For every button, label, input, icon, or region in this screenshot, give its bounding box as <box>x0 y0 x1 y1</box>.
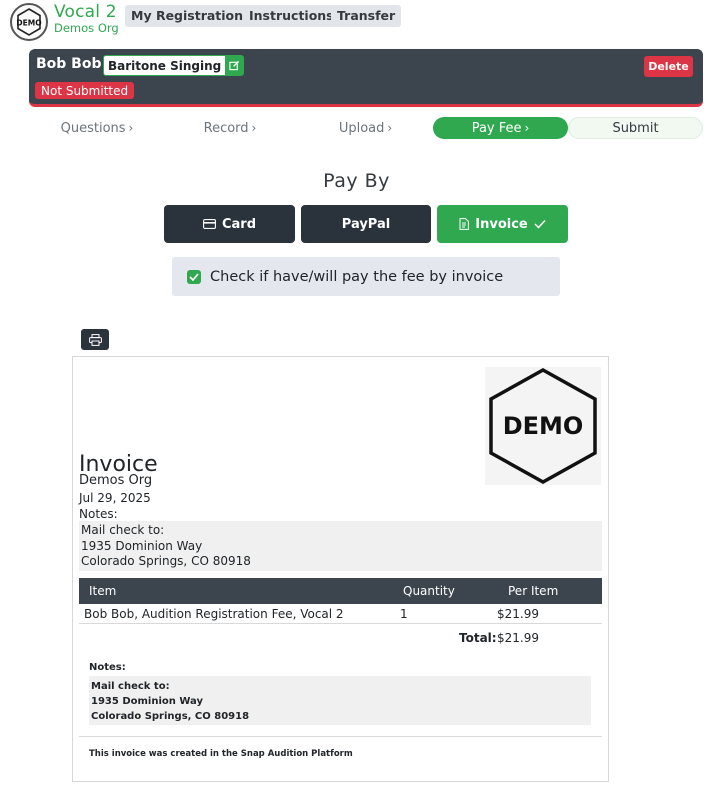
category-label: Baritone Singing <box>108 58 222 73</box>
step-questions[interactable]: Questions › <box>52 117 142 139</box>
printer-icon <box>88 333 102 346</box>
invoice-footer: This invoice was created in the Snap Aud… <box>89 749 353 759</box>
top-navbar: DEMO Vocal 2 Demos Org My Registrations … <box>0 0 713 46</box>
pay-option-label: PayPal <box>341 216 391 232</box>
step-label: Upload <box>338 120 385 136</box>
invoice-checkbox-label[interactable]: Check if have/will pay the fee by invoic… <box>210 269 503 285</box>
chevron-right-icon: › <box>251 121 257 135</box>
pay-option-label: Invoice <box>475 216 528 232</box>
cell-quantity: 1 <box>400 607 408 621</box>
pay-card-button[interactable]: Card <box>164 205 295 243</box>
footer-notes-label: Notes: <box>89 662 126 673</box>
step-upload[interactable]: Upload › <box>328 117 403 139</box>
nav-instructions[interactable]: Instructions <box>243 5 340 27</box>
step-label: Pay Fee <box>471 120 522 136</box>
step-pay-fee[interactable]: Pay Fee › <box>433 117 568 139</box>
invoice-logo: DEMO <box>485 367 601 485</box>
invoice-notes: Mail check to: 1935 Dominion Way Colorad… <box>79 521 602 571</box>
svg-text:DEMO: DEMO <box>16 19 41 28</box>
print-button[interactable] <box>81 329 109 350</box>
demo-logo-icon: DEMO <box>16 8 42 36</box>
chevron-right-icon: › <box>524 121 530 135</box>
notes-line: 1935 Dominion Way <box>81 538 203 553</box>
invoice-org: Demos Org <box>79 473 153 488</box>
divider <box>79 736 602 737</box>
notes-line: Mail check to: <box>91 681 170 692</box>
step-label: Submit <box>612 120 659 136</box>
nav-my-registrations[interactable]: My Registrations <box>125 5 257 27</box>
edit-icon[interactable] <box>225 56 244 75</box>
nav-transfer[interactable]: Transfer <box>331 5 402 27</box>
table-row: Bob Bob, Audition Registration Fee, Voca… <box>79 604 602 624</box>
credit-card-icon <box>203 219 216 229</box>
registrant-name: Bob Bob <box>36 56 102 72</box>
step-record[interactable]: Record › <box>190 117 270 139</box>
total-value: $21.99 <box>497 631 539 645</box>
col-quantity: Quantity <box>403 584 455 598</box>
step-submit[interactable]: Submit <box>568 117 703 139</box>
total-label: Total: <box>459 631 497 645</box>
pay-invoice-button[interactable]: Invoice <box>437 205 568 243</box>
notes-line: Colorado Springs, CO 80918 <box>81 554 251 568</box>
pay-by-title: Pay By <box>323 170 390 192</box>
registration-header: Bob Bob Baritone Singing Delete Not Subm… <box>29 49 703 107</box>
cell-per-item: $21.99 <box>497 607 539 621</box>
pay-option-label: Card <box>221 216 257 232</box>
invoice-notes-label: Notes: <box>79 507 118 521</box>
invoice-icon <box>459 218 470 230</box>
footer-notes: Mail check to: 1935 Dominion Way Colorad… <box>89 676 591 725</box>
delete-button[interactable]: Delete <box>644 56 693 77</box>
notes-line: Colorado Springs, CO 80918 <box>91 711 250 722</box>
invoice-date: Jul 29, 2025 <box>79 491 151 505</box>
app-logo[interactable]: DEMO <box>10 3 48 41</box>
demo-logo-icon: DEMO <box>489 367 597 485</box>
pay-paypal-button[interactable]: PayPal <box>301 205 431 243</box>
check-icon <box>534 219 546 229</box>
step-label: Questions <box>60 120 126 136</box>
status-badge: Not Submitted <box>35 82 135 99</box>
invoice-checkbox[interactable] <box>187 269 201 284</box>
chevron-right-icon: › <box>387 121 393 135</box>
invoice-document: DEMO Invoice Demos Org Jul 29, 2025 Note… <box>72 356 609 782</box>
notes-line: Mail check to: <box>81 523 165 537</box>
chevron-right-icon: › <box>128 121 134 135</box>
invoice-checkbox-row: Check if have/will pay the fee by invoic… <box>172 257 560 296</box>
cell-item: Bob Bob, Audition Registration Fee, Voca… <box>84 607 344 621</box>
invoice-table-header: Item Quantity Per Item <box>79 578 602 604</box>
app-org: Demos Org <box>54 21 119 35</box>
svg-text:DEMO: DEMO <box>503 412 584 440</box>
app-title: Vocal 2 <box>54 2 117 22</box>
col-per-item: Per Item <box>508 584 559 598</box>
col-item: Item <box>89 584 117 598</box>
step-label: Record <box>203 120 249 136</box>
notes-line: 1935 Dominion Way <box>91 696 203 707</box>
category-badge[interactable]: Baritone Singing <box>103 55 245 76</box>
